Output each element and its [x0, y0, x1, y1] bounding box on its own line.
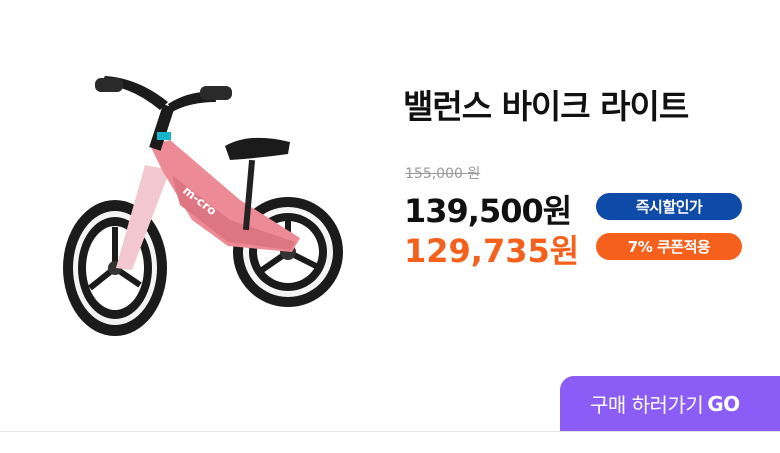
bike-seat	[225, 137, 290, 160]
product-image: m-cro	[50, 70, 350, 350]
buy-now-button[interactable]: 구매 하러가기 GO	[560, 376, 780, 431]
coupon-price: 129,735원	[404, 232, 580, 270]
balance-bike-illustration: m-cro	[63, 76, 343, 336]
bottom-divider	[0, 431, 780, 432]
original-price: 155,000 원	[405, 166, 481, 182]
product-title: 밸런스 바이크 라이트	[403, 87, 689, 126]
go-label: GO	[707, 391, 740, 416]
coupon-badge: 7% 쿠폰적용	[596, 233, 742, 260]
instant-discount-badge: 즉시할인가	[596, 193, 742, 220]
buy-now-label: 구매 하러가기	[590, 393, 704, 417]
front-wheel	[63, 200, 167, 336]
